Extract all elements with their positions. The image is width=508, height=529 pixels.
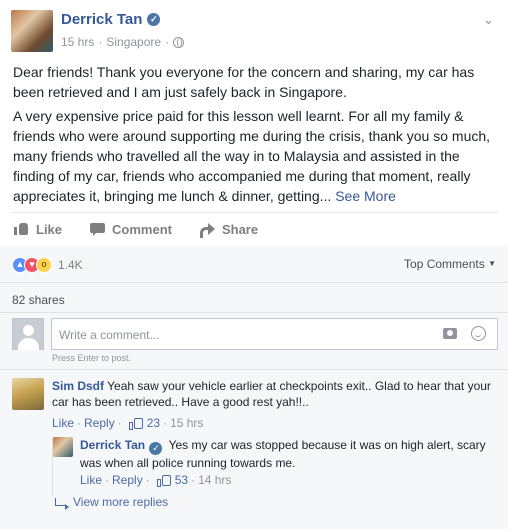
reply-reply-link[interactable]: Reply — [112, 473, 143, 487]
post-paragraph-2-text: A very expensive price paid for this les… — [13, 108, 491, 204]
author-name-row: Derrick Tan ✓ — [61, 11, 161, 28]
chevron-down-icon[interactable]: ⌄ — [483, 12, 494, 28]
current-user-avatar — [12, 318, 44, 350]
wow-reaction-icon: o — [36, 257, 52, 273]
reactions-count[interactable]: 1.4K — [58, 258, 83, 272]
reply-author-name[interactable]: Derrick Tan — [80, 438, 145, 452]
reply-body: Derrick Tan ✓ Yes my car was stopped bec… — [80, 437, 498, 471]
post-time[interactable]: 15 hrs — [61, 35, 94, 49]
divider — [0, 369, 508, 370]
verified-badge-icon: ✓ — [149, 442, 163, 455]
comment-reply-link[interactable]: Reply — [84, 416, 115, 430]
comment-meta: Like · Reply · 23 · 15 hrs — [52, 416, 204, 430]
emoji-icon[interactable] — [471, 326, 486, 341]
like-label: Like — [36, 221, 63, 237]
share-label: Share — [221, 221, 259, 237]
reply-meta: Like · Reply · 53 · 14 hrs — [80, 473, 232, 487]
post-paragraph-1: Dear friends! Thank you everyone for the… — [13, 64, 475, 100]
comment-time[interactable]: 15 hrs — [170, 416, 203, 430]
comment-button[interactable]: Comment — [90, 222, 172, 237]
shares-count[interactable]: 82 shares — [12, 293, 65, 307]
reply-like-link[interactable]: Like — [80, 473, 102, 487]
thumbs-up-icon — [156, 474, 171, 487]
caret-down-icon: ▼ — [488, 259, 496, 268]
like-button[interactable]: Like — [14, 222, 62, 237]
reply-time[interactable]: 14 hrs — [198, 473, 231, 487]
reply-like-count[interactable]: 53 — [175, 473, 188, 487]
thumbs-up-icon — [14, 222, 29, 236]
comment-icon — [90, 222, 106, 236]
author-avatar[interactable] — [11, 10, 53, 52]
globe-icon — [173, 36, 185, 48]
share-button[interactable]: Share — [199, 221, 259, 238]
top-comments-label: Top Comments — [404, 257, 485, 271]
see-more-link[interactable]: See More — [335, 188, 396, 204]
commenter-avatar[interactable] — [12, 378, 44, 410]
divider — [0, 312, 508, 313]
share-icon — [199, 222, 215, 238]
reactions-summary[interactable]: ▲ ♥ o 1.4K — [12, 257, 83, 273]
author-name[interactable]: Derrick Tan — [61, 11, 142, 28]
action-bar: Like Comment Share — [12, 213, 498, 245]
reply-author-avatar[interactable] — [53, 437, 73, 457]
comment-like-link[interactable]: Like — [52, 416, 74, 430]
post-card: Derrick Tan ✓ 15 hrs · Singapore · ⌄ Dea… — [0, 0, 508, 529]
comment-input-placeholder: Write a comment... — [59, 328, 160, 342]
comment-like-count[interactable]: 23 — [147, 416, 160, 430]
view-more-label: View more replies — [73, 495, 169, 509]
comment-input[interactable]: Write a comment... — [51, 318, 498, 350]
divider — [0, 282, 508, 283]
post-paragraph-2: A very expensive price paid for this les… — [13, 106, 498, 206]
verified-badge-icon: ✓ — [147, 13, 161, 26]
comment-label: Comment — [112, 221, 172, 237]
reply-arrow-icon — [55, 498, 69, 510]
top-comments-dropdown[interactable]: Top Comments ▼ — [404, 257, 496, 271]
post-location[interactable]: Singapore — [106, 35, 161, 49]
post-meta: 15 hrs · Singapore · — [61, 35, 185, 49]
comment-text: Yeah saw your vehicle earlier at checkpo… — [52, 379, 491, 409]
view-more-replies-link[interactable]: View more replies — [55, 495, 169, 510]
commenter-name[interactable]: Sim Dsdf — [52, 379, 104, 393]
camera-icon[interactable] — [443, 328, 457, 339]
comment-body: Sim Dsdf Yeah saw your vehicle earlier a… — [52, 378, 498, 410]
press-enter-hint: Press Enter to post. — [52, 353, 132, 363]
thumbs-up-icon — [128, 417, 143, 430]
